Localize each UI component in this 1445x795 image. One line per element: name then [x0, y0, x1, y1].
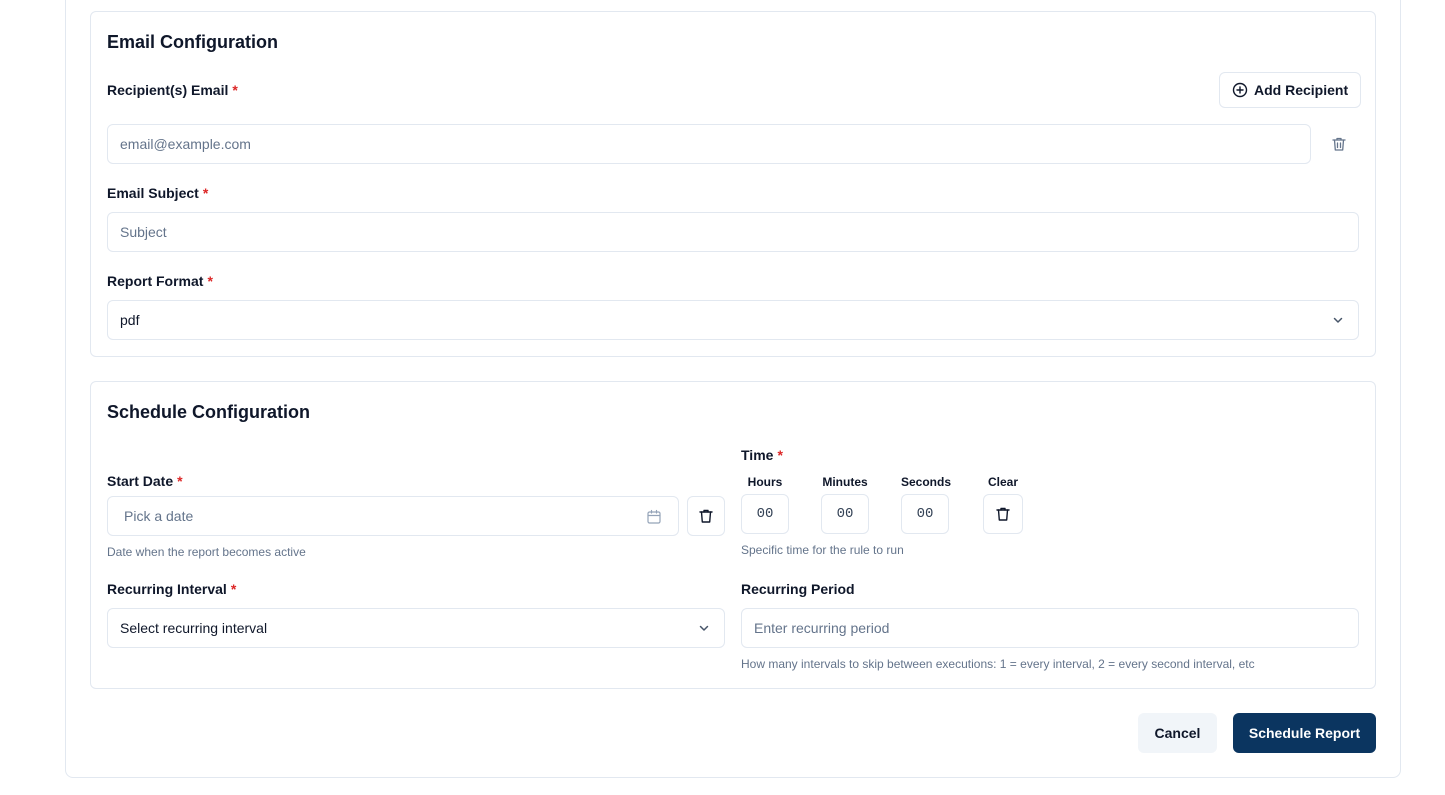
recurring-period-label: Recurring Period — [741, 581, 855, 597]
start-date-picker[interactable]: Pick a date — [107, 496, 679, 536]
required-marker: * — [177, 473, 183, 489]
add-recipient-button[interactable]: Add Recipient — [1219, 72, 1362, 108]
recipients-email-label: Recipient(s) Email * — [107, 82, 238, 98]
time-help: Specific time for the rule to run — [741, 543, 904, 557]
email-subject-input[interactable]: Subject — [107, 212, 1359, 252]
calendar-icon — [646, 509, 662, 525]
cancel-button[interactable]: Cancel — [1138, 713, 1217, 753]
schedule-report-button[interactable]: Schedule Report — [1233, 713, 1376, 753]
trash-icon — [995, 506, 1011, 522]
seconds-input[interactable]: 00 — [901, 494, 949, 534]
plus-circle-icon — [1232, 82, 1248, 98]
chevron-down-icon — [1332, 314, 1344, 326]
recurring-interval-placeholder: Select recurring interval — [120, 620, 268, 636]
recurring-period-input[interactable]: Enter recurring period — [741, 608, 1359, 648]
required-marker: * — [232, 82, 238, 98]
schedule-configuration-title: Schedule Configuration — [107, 402, 311, 422]
clear-date-button[interactable] — [687, 496, 725, 536]
required-marker: * — [230, 581, 237, 597]
hours-label: Hours — [747, 475, 783, 489]
email-subject-placeholder: Subject — [120, 224, 167, 240]
email-configuration-section: Email Configuration Recipient(s) Email * … — [90, 11, 1376, 357]
recurring-period-placeholder: Enter recurring period — [754, 620, 890, 636]
hours-input[interactable]: 00 — [741, 494, 789, 534]
clear-label: Clear — [987, 475, 1019, 489]
recurring-interval-label: Recurring Interval * — [107, 581, 237, 597]
recipient-email-placeholder: email@example.com — [120, 136, 251, 152]
minutes-label: Minutes — [822, 475, 868, 489]
delete-recipient-icon[interactable] — [1331, 136, 1347, 152]
clear-time-button[interactable] — [983, 494, 1023, 534]
required-marker: * — [777, 447, 783, 463]
email-subject-label: Email Subject * — [107, 185, 209, 201]
minutes-input[interactable]: 00 — [821, 494, 869, 534]
email-configuration-title: Email Configuration — [107, 32, 278, 52]
required-marker: * — [207, 273, 213, 289]
start-date-help: Date when the report becomes active — [107, 545, 306, 559]
recipient-email-input[interactable]: email@example.com — [107, 124, 1311, 164]
required-marker: * — [202, 185, 209, 201]
report-format-select[interactable]: pdf — [107, 300, 1359, 340]
schedule-configuration-section: Schedule Configuration Start Date * Pick … — [90, 381, 1376, 689]
report-format-value: pdf — [120, 312, 140, 328]
start-date-placeholder: Pick a date — [124, 508, 194, 524]
trash-icon — [698, 508, 714, 524]
seconds-label: Seconds — [901, 475, 952, 489]
recurring-period-help: How many intervals to skip between execu… — [741, 657, 1255, 671]
start-date-label: Start Date * — [107, 473, 183, 489]
add-recipient-label: Add Recipient — [1254, 82, 1349, 98]
chevron-down-icon — [698, 622, 710, 634]
recurring-interval-select[interactable]: Select recurring interval — [107, 608, 725, 648]
report-format-label: Report Format * — [107, 273, 213, 289]
time-label: Time * — [741, 447, 783, 463]
